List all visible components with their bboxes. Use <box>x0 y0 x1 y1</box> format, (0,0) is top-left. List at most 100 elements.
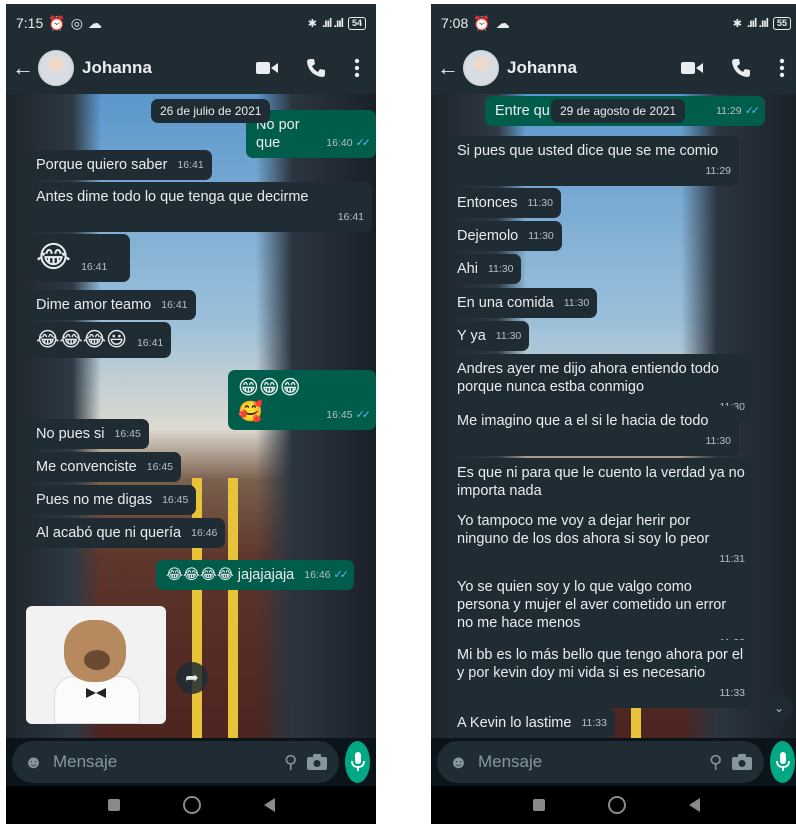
message-bubble[interactable]: Me imagino que a el si le hacia de todo … <box>447 406 739 456</box>
message-text: Andres ayer me dijo ahora entiendo todo … <box>457 361 719 395</box>
message-time: 16:41 <box>177 159 204 171</box>
read-ticks-icon: ✓✓ <box>744 105 761 117</box>
message-time: 11:30 <box>563 297 590 309</box>
message-bubble[interactable]: A Kevin lo lastime 11:33 <box>447 708 615 738</box>
recents-button[interactable] <box>107 799 120 811</box>
message-bubble[interactable]: 😂😂😂😃 16:41 <box>26 322 172 358</box>
message-bubble[interactable]: No pues si 16:45 <box>26 419 149 449</box>
message-text: 😂😂😂😂 jajajajaja <box>166 567 295 583</box>
signal-icon: .ııl .ııl <box>321 16 344 30</box>
message-text: 😂😂😂😃 <box>36 329 127 351</box>
message-time: 16:40 <box>326 137 353 149</box>
home-button[interactable] <box>607 796 626 814</box>
message-text: Yo tampoco me voy a dejar herir por ning… <box>457 513 710 547</box>
camera-icon[interactable] <box>732 754 753 770</box>
message-bubble[interactable]: Pues no me digas 16:45 <box>26 485 197 515</box>
message-bubble[interactable]: Al acabó que ni quería 16:46 <box>26 518 226 548</box>
avatar[interactable] <box>38 50 74 86</box>
emoji-icon[interactable]: ☻ <box>24 752 43 773</box>
attach-icon[interactable]: ⚲ <box>284 752 297 773</box>
message-bubble[interactable]: Entonces 11:30 <box>447 188 561 218</box>
message-text: Entre qu <box>495 103 550 119</box>
phone-call-icon[interactable] <box>306 58 326 78</box>
message-time: 11:30 <box>527 197 553 209</box>
message-bubble[interactable]: En una comida 11:30 <box>447 288 598 318</box>
microphone-icon <box>775 752 790 771</box>
camera-icon[interactable] <box>307 754 328 770</box>
message-time: 11:33 <box>719 687 746 699</box>
scroll-down-icon[interactable]: ⌄ <box>765 694 793 722</box>
message-time: 11:29 <box>705 165 732 177</box>
video-call-icon[interactable] <box>681 60 703 76</box>
recents-button[interactable] <box>532 799 545 811</box>
chat-header: ← Johanna <box>6 42 376 94</box>
message-bubble[interactable]: Yo tampoco me voy a dejar herir por ning… <box>447 506 753 574</box>
message-time: 11:30 <box>705 435 732 447</box>
contact-name[interactable]: Johanna <box>82 58 256 78</box>
message-text: Me imagino que a el si le hacia de todo <box>457 413 709 429</box>
video-call-icon[interactable] <box>256 60 278 76</box>
chat-area[interactable]: Entre qu 11:29 ✓✓ 29 de agosto de 2021 Si… <box>431 94 796 738</box>
message-time: 16:41 <box>81 261 108 273</box>
home-button[interactable] <box>182 796 201 814</box>
message-bubble[interactable]: Dejemolo 11:30 <box>447 221 562 251</box>
contact-name[interactable]: Johanna <box>507 58 681 78</box>
avatar[interactable] <box>463 50 499 86</box>
message-text: En una comida <box>457 295 554 311</box>
status-bar: 7:08 ⏰ ☁ ✱ .ııl .ııl 55 <box>431 4 796 42</box>
chat-screen-left: 7:15 ⏰ ◎ ☁ ✱ .ııl .ııl 54 ← Johanna No p… <box>6 4 376 824</box>
chat-area[interactable]: No por que 16:40 ✓✓ 26 de julio de 2021 P… <box>6 94 376 738</box>
whatsapp-icon: ◎ <box>70 14 83 31</box>
composer: ☻ ⚲ <box>431 738 796 786</box>
phone-call-icon[interactable] <box>731 58 751 78</box>
message-input[interactable] <box>52 752 274 772</box>
message-bubble[interactable]: Si pues que usted dice que se me comio 1… <box>447 136 739 186</box>
microphone-button[interactable] <box>770 741 795 783</box>
message-bubble[interactable]: Y ya 11:30 <box>447 321 530 351</box>
back-arrow-icon[interactable]: ← <box>12 55 34 81</box>
message-text: Porque quiero saber <box>36 157 168 173</box>
message-bubble[interactable]: Mi bb es lo más bello que tengo ahora po… <box>447 640 753 708</box>
message-text: Dime amor teamo <box>36 297 152 313</box>
alf-sticker-image[interactable] <box>26 606 166 724</box>
message-text: Al acabó que ni quería <box>36 525 182 541</box>
message-text: Antes dime todo lo que tenga que decirme <box>36 189 309 205</box>
message-bubble[interactable]: Dime amor teamo 16:41 <box>26 290 196 320</box>
microphone-button[interactable] <box>345 741 370 783</box>
back-arrow-icon[interactable]: ← <box>437 55 459 81</box>
status-bar: 7:15 ⏰ ◎ ☁ ✱ .ııl .ııl 54 <box>6 4 376 42</box>
attach-icon[interactable]: ⚲ <box>709 752 722 773</box>
message-bubble[interactable]: Antes dime todo lo que tenga que decirme… <box>26 182 372 232</box>
battery-icon: 55 <box>772 16 791 30</box>
message-text: Dejemolo <box>457 228 519 244</box>
more-options-icon[interactable] <box>354 58 360 78</box>
more-options-icon[interactable] <box>779 58 785 78</box>
emoji-icon[interactable]: ☻ <box>449 752 468 773</box>
date-chip: 29 de agosto de 2021 <box>551 99 686 123</box>
message-time: 16:46 <box>304 569 331 581</box>
message-bubble[interactable]: Porque quiero saber 16:41 <box>26 150 212 180</box>
back-button[interactable] <box>688 798 700 812</box>
message-time: 11:29 <box>716 105 742 117</box>
message-time: 16:41 <box>136 337 164 349</box>
message-text: Pues no me digas <box>36 492 153 508</box>
back-button[interactable] <box>263 798 275 812</box>
message-time: 16:46 <box>191 527 218 539</box>
message-bubble[interactable]: 😂😂😂😂 jajajajaja 16:46 ✓✓ <box>156 560 354 590</box>
status-time: 7:15 <box>16 15 44 31</box>
message-text: Entonces <box>457 195 518 211</box>
read-ticks-icon: ✓✓ <box>355 409 372 421</box>
message-bubble[interactable]: 😁😁😁🥰 16:45 ✓✓ <box>228 370 376 430</box>
message-time: 16:41 <box>337 211 364 223</box>
message-time: 11:30 <box>495 330 522 342</box>
forward-icon[interactable]: ➦ <box>176 662 208 694</box>
status-time: 7:08 <box>441 15 469 31</box>
alarm-icon: ⏰ <box>473 14 491 31</box>
battery-icon: 54 <box>347 16 366 30</box>
message-input[interactable] <box>477 752 699 772</box>
message-bubble[interactable]: Me convenciste 16:45 <box>26 452 182 482</box>
message-text: Me convenciste <box>36 459 137 475</box>
message-bubble[interactable]: Ahi 11:30 <box>447 254 522 284</box>
bluetooth-icon: ✱ <box>307 17 317 30</box>
message-bubble[interactable]: 😂 16:41 <box>26 234 130 282</box>
